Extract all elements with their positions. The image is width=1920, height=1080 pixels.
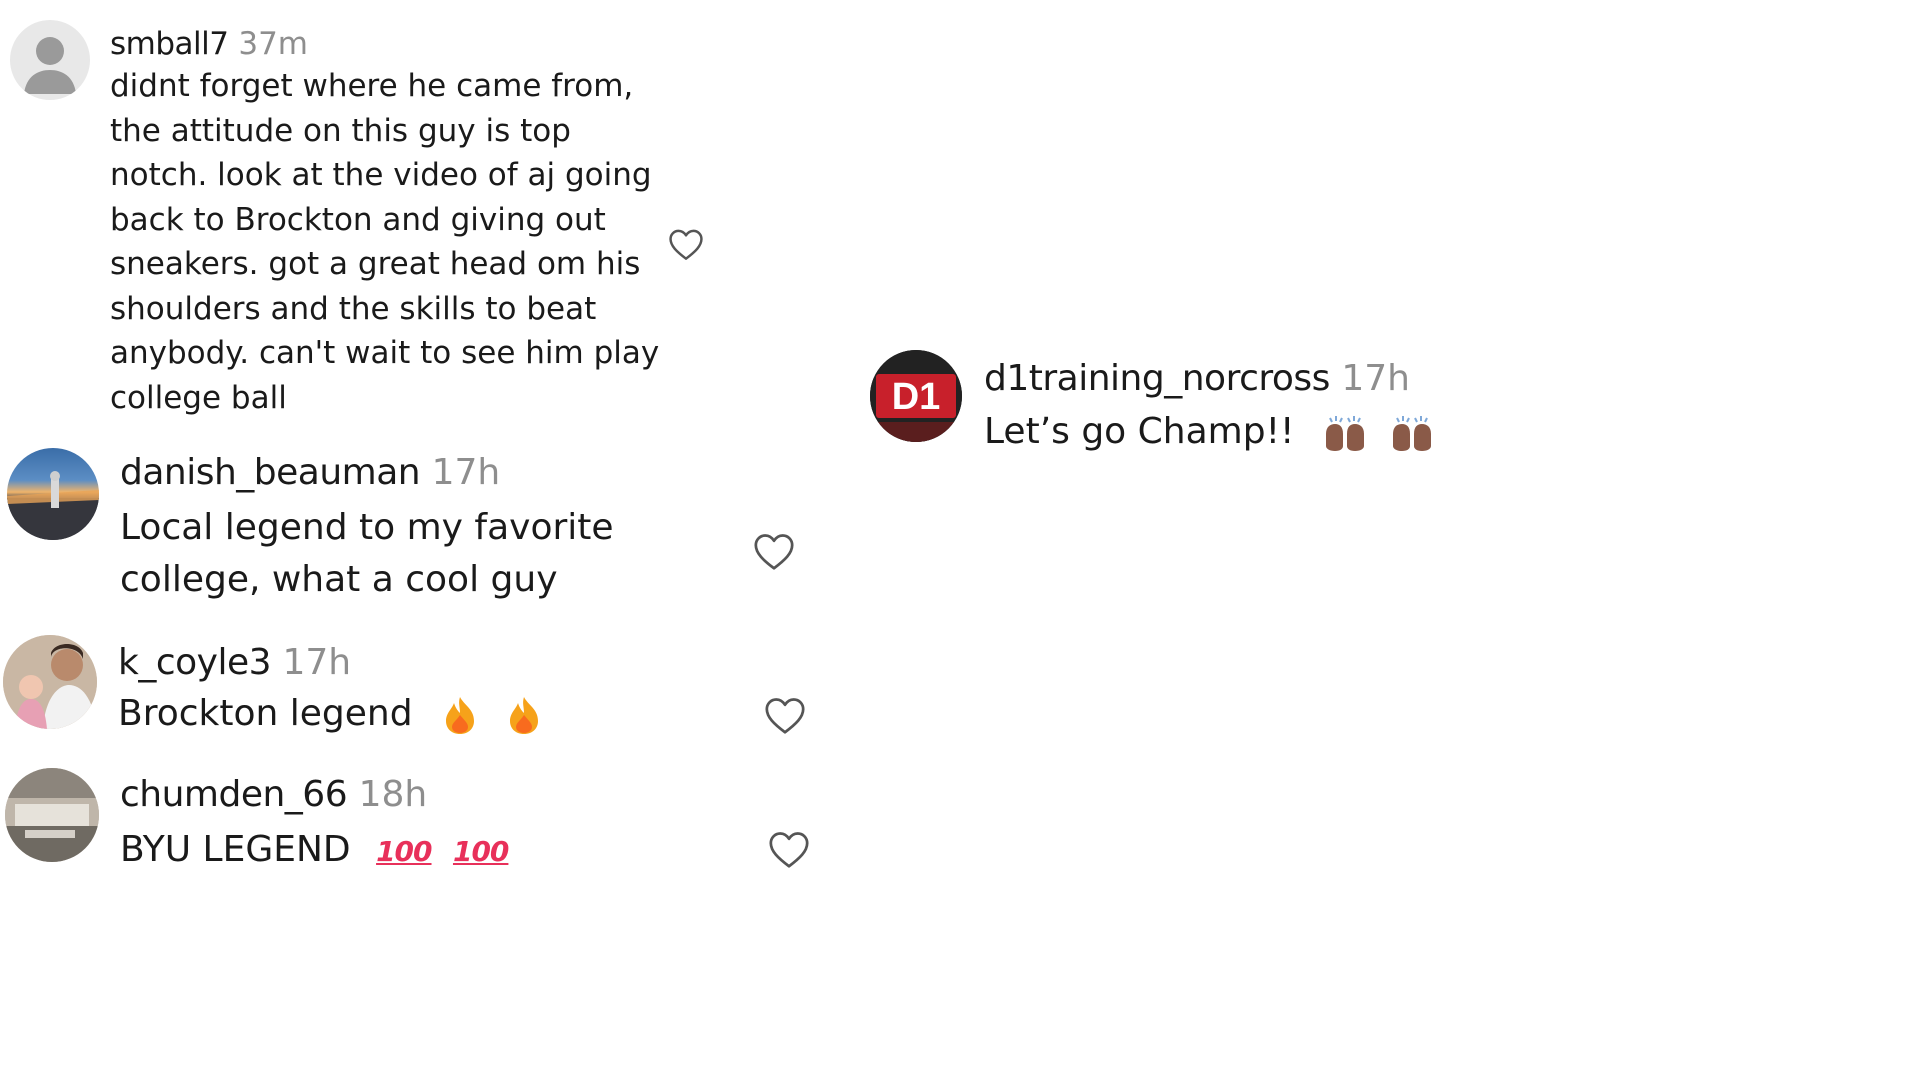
heart-outline-icon xyxy=(769,832,809,868)
comment-header: danish_beauman 17h xyxy=(120,450,500,496)
heart-outline-icon xyxy=(669,229,703,260)
comment-line: shoulders and the skills to beat xyxy=(110,290,597,327)
comment-text: Brockton legend xyxy=(118,688,542,740)
comment-header: k_coyle3 17h xyxy=(118,640,351,686)
comment-header: d1training_norcross 17h xyxy=(984,356,1410,402)
comment-body: BYU LEGEND xyxy=(120,829,351,870)
like-button[interactable] xyxy=(666,224,706,264)
raised-hands-emoji-icon xyxy=(1393,416,1432,451)
timestamp: 37m xyxy=(238,26,308,62)
comment-line: didnt forget where he came from, xyxy=(110,68,634,104)
comment-danish-beauman: danish_beauman 17h Local legend to my fa… xyxy=(0,440,820,620)
d1-logo-text: D1 xyxy=(892,376,941,418)
heart-outline-icon xyxy=(765,698,805,734)
comment-header: chumden_66 18h xyxy=(120,772,427,818)
hundred-points-emoji-icon: 100 xyxy=(452,835,509,868)
comment-line: anybody. can't wait to see him play xyxy=(110,335,660,371)
timestamp: 18h xyxy=(358,774,428,815)
username-link[interactable]: chumden_66 xyxy=(120,774,348,815)
avatar[interactable]: D1 xyxy=(870,350,962,442)
user-silhouette-icon xyxy=(24,37,76,94)
comment-text: BYU LEGEND 100 100 xyxy=(120,824,509,878)
avatar[interactable] xyxy=(10,20,90,100)
comment-smball7: smball7 37m didnt forget where he came f… xyxy=(0,0,740,430)
d1-logo: D1 xyxy=(870,350,962,442)
username-link[interactable]: smball7 xyxy=(110,26,229,62)
comment-line: notch. look at the video of aj going xyxy=(110,157,652,193)
comment-line: the attitude on this guy is top xyxy=(110,112,571,149)
comment-text: Local legend to my favorite college, wha… xyxy=(120,502,614,606)
comment-k-coyle3: k_coyle3 17h Brockton legend xyxy=(0,630,830,750)
comment-line: sneakers. got a great head om his xyxy=(110,246,641,282)
comment-text: didnt forget where he came from, the att… xyxy=(110,64,659,420)
comment-line: college ball xyxy=(110,379,287,416)
like-button[interactable] xyxy=(751,530,797,572)
raised-hands-emoji-icon xyxy=(1325,416,1364,451)
comment-line: college, what a cool guy xyxy=(120,559,558,600)
comment-line: back to Brockton and giving out xyxy=(110,201,606,238)
timestamp: 17h xyxy=(431,452,501,493)
like-button[interactable] xyxy=(762,694,808,736)
username-link[interactable]: danish_beauman xyxy=(120,452,421,493)
comment-line: Local legend to my favorite xyxy=(120,507,614,548)
profile-photo xyxy=(5,768,99,862)
comment-text: Let’s go Champ!! xyxy=(984,406,1435,458)
avatar[interactable] xyxy=(5,768,99,862)
comment-chumden-66: chumden_66 18h BYU LEGEND 100 100 xyxy=(0,762,830,882)
username-link[interactable]: k_coyle3 xyxy=(118,642,272,683)
username-link[interactable]: d1training_norcross xyxy=(984,358,1330,399)
timestamp: 17h xyxy=(1341,358,1410,399)
comment-header: smball7 37m xyxy=(110,24,308,64)
avatar[interactable] xyxy=(3,635,97,729)
like-button[interactable] xyxy=(766,828,812,870)
heart-outline-icon xyxy=(754,534,794,570)
profile-photo xyxy=(3,635,97,729)
timestamp: 17h xyxy=(282,642,352,683)
fire-emoji-icon xyxy=(509,697,538,734)
comment-body: Brockton legend xyxy=(118,693,413,734)
avatar[interactable] xyxy=(7,448,99,540)
fire-emoji-icon xyxy=(446,697,475,734)
comment-body: Let’s go Champ!! xyxy=(984,411,1295,452)
profile-photo xyxy=(7,471,99,540)
hundred-points-emoji-icon: 100 xyxy=(376,835,432,868)
comment-d1training-norcross: D1 d1training_norcross 17h Let’s go Cham… xyxy=(860,340,1480,460)
